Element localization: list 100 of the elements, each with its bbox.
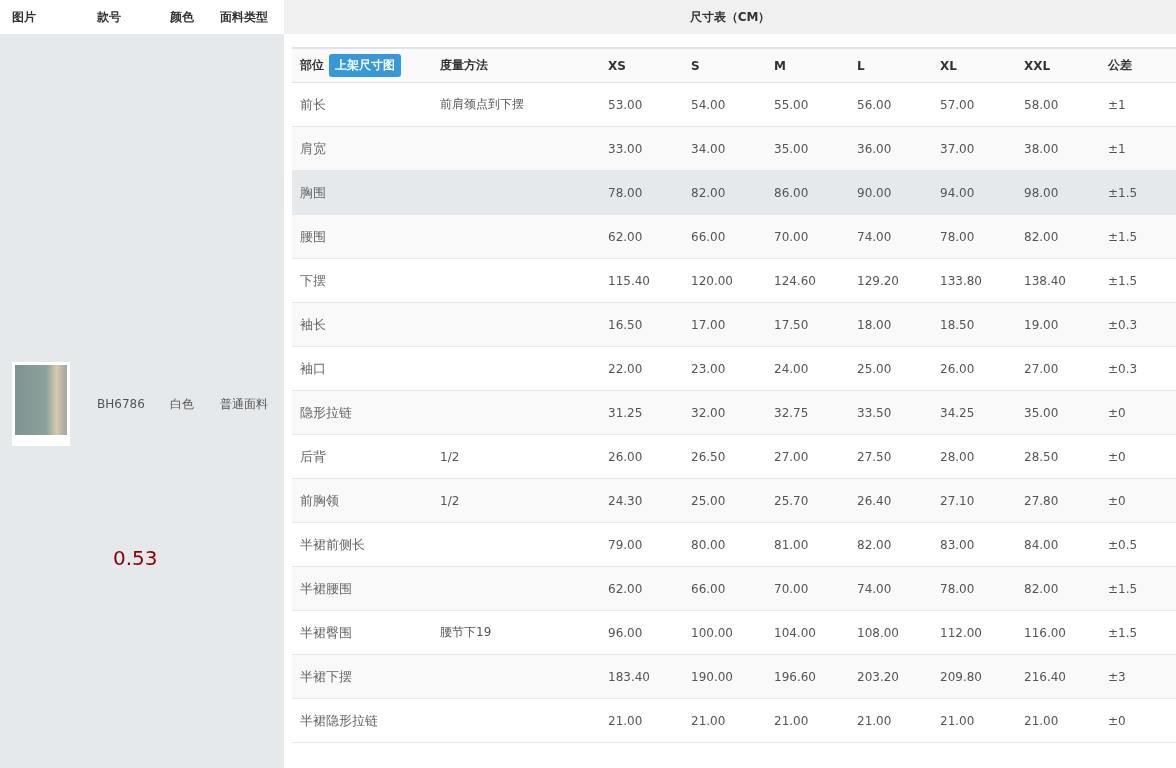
table-cell: 34.00 (691, 141, 726, 156)
table-cell: 18.50 (940, 317, 975, 332)
table-cell: ±1.5 (1108, 229, 1138, 244)
table-row[interactable]: 半裙腰围 62.00 66.00 70.00 74.00 78.00 82.00 ±1.5 (292, 566, 1176, 611)
table-cell: 21.00 (857, 713, 892, 728)
table-cell-text: BH6786 (97, 397, 146, 411)
table-cell: 36.00 (857, 141, 892, 156)
table-cell: 23.00 (691, 361, 726, 376)
column-header: S (691, 58, 700, 73)
column-header: 图片 (12, 8, 37, 26)
table-cell: 25.00 (857, 361, 892, 376)
table-cell: 78.00 (940, 229, 975, 244)
table-row[interactable]: 半裙隐形拉链 21.00 21.00 21.00 21.00 21.00 21.00 ±0 (292, 698, 1176, 743)
table-cell: 90.00 (857, 185, 892, 200)
column-header: 颜色 (170, 8, 195, 26)
value-label: 0.53 (113, 546, 158, 570)
table-cell: 26.00 (940, 361, 975, 376)
table-cell-text: 白色 (170, 395, 195, 413)
table-cell: 53.00 (608, 97, 643, 112)
table-cell: 16.50 (608, 317, 643, 332)
table-cell: 袖口 (300, 360, 326, 376)
table-cell: 下摆 (300, 272, 326, 288)
table-cell: ±0.3 (1108, 361, 1138, 376)
table-cell: 21.00 (774, 713, 809, 728)
table-cell: 81.00 (774, 537, 809, 552)
column-header: XS (608, 58, 626, 73)
table-cell: 96.00 (608, 625, 643, 640)
table-cell: 120.00 (691, 273, 733, 288)
table-cell: 66.00 (691, 229, 726, 244)
table-cell: 32.00 (691, 405, 726, 420)
table-cell: 隐形拉链 (300, 404, 352, 420)
table-cell: 后背 (300, 448, 326, 464)
table-row[interactable]: 后背 1/2 26.00 26.50 27.00 27.50 28.00 28.50 ±0 (292, 434, 1176, 479)
table-cell: 25.00 (691, 493, 726, 508)
table-cell: 116.00 (1024, 625, 1066, 640)
table-cell: 26.40 (857, 493, 892, 508)
table-row[interactable]: 肩宽 33.00 34.00 35.00 36.00 37.00 38.00 ±1 (292, 126, 1176, 171)
table-cell: 133.80 (940, 273, 982, 288)
table-cell: ±0 (1108, 713, 1126, 728)
table-row[interactable]: 半裙前侧长 79.00 80.00 81.00 82.00 83.00 84.00 ±0.5 (292, 522, 1176, 567)
table-cell: 28.50 (1024, 449, 1059, 464)
table-cell: 82.00 (691, 185, 726, 200)
table-cell: ±0 (1108, 449, 1126, 464)
table-cell: 27.10 (940, 493, 975, 508)
table-cell: 34.25 (940, 405, 975, 420)
table-cell: 62.00 (608, 229, 643, 244)
table-cell: 21.00 (691, 713, 726, 728)
table-cell: 104.00 (774, 625, 816, 640)
column-header: 部位 (300, 58, 324, 72)
table-cell: 33.00 (608, 141, 643, 156)
table-cell: 203.20 (857, 669, 899, 684)
table-row[interactable]: 胸围 78.00 82.00 86.00 90.00 94.00 98.00 ±1.5 (292, 170, 1176, 215)
table-cell-text: 普通面料 (220, 395, 269, 413)
table-cell: 胸围 (300, 184, 326, 200)
table-row[interactable]: 半裙臀围 腰节下19 96.00 100.00 104.00 108.00 112.00 116.00 ±1.5 (292, 610, 1176, 655)
table-row[interactable]: 袖长 16.50 17.00 17.50 18.00 18.50 19.00 ±0.3 (292, 302, 1176, 347)
table-cell: 17.50 (774, 317, 809, 332)
table-cell: 27.80 (1024, 493, 1059, 508)
table-cell: 35.00 (774, 141, 809, 156)
table-cell: 54.00 (691, 97, 726, 112)
table-row[interactable]: 下摆 115.40 120.00 124.60 129.20 133.80 138.40 ±1.5 (292, 258, 1176, 303)
table-cell: 108.00 (857, 625, 899, 640)
table-cell: 112.00 (940, 625, 982, 640)
table-row[interactable]: 腰围 62.00 66.00 70.00 74.00 78.00 82.00 ±1.5 (292, 214, 1176, 259)
table-row[interactable]: 隐形拉链 31.25 32.00 32.75 33.50 34.25 35.00 ±0 (292, 390, 1176, 435)
column-header: 度量方法 (440, 58, 488, 72)
table-cell: 25.70 (774, 493, 809, 508)
table-cell: 27.50 (857, 449, 892, 464)
table-cell: 半裙臀围 (300, 624, 352, 640)
table-cell: 35.00 (1024, 405, 1059, 420)
table-row[interactable]: 前长 前肩颈点到下摆 53.00 54.00 55.00 56.00 57.00 58.00 ±1 (292, 82, 1176, 127)
table-row[interactable]: 袖口 22.00 23.00 24.00 25.00 26.00 27.00 ±0.3 (292, 346, 1176, 391)
table-row[interactable]: 前胸领 1/2 24.30 25.00 25.70 26.40 27.10 27.80 ±0 (292, 478, 1176, 523)
table-cell: 100.00 (691, 625, 733, 640)
table-cell: 209.80 (940, 669, 982, 684)
table-cell: 79.00 (608, 537, 643, 552)
table-cell: 190.00 (691, 669, 733, 684)
table-cell: 半裙隐形拉链 (300, 712, 378, 728)
table-cell: 26.00 (608, 449, 643, 464)
table-cell: 80.00 (691, 537, 726, 552)
table-cell: 183.40 (608, 669, 650, 684)
table-cell: 70.00 (774, 581, 809, 596)
table-cell: 98.00 (1024, 185, 1059, 200)
table-cell: ±1 (1108, 97, 1126, 112)
table-cell: 腰围 (300, 228, 326, 244)
table-cell: 58.00 (1024, 97, 1059, 112)
table-cell: ±1.5 (1108, 185, 1138, 200)
table-cell: 21.00 (608, 713, 643, 728)
table-cell: ±1 (1108, 141, 1126, 156)
table-cell: 半裙前侧长 (300, 536, 365, 552)
table-cell: 26.50 (691, 449, 726, 464)
column-header: L (857, 58, 865, 73)
column-header: M (774, 58, 786, 73)
table-cell: 22.00 (608, 361, 643, 376)
table-cell: ±1.5 (1108, 625, 1138, 640)
column-header: 公差 (1108, 58, 1132, 72)
table-cell: ±1.5 (1108, 581, 1138, 596)
table-cell: 27.00 (774, 449, 809, 464)
table-row[interactable]: 半裙下摆 183.40 190.00 196.60 203.20 209.80 216.40 ±3 (292, 654, 1176, 699)
table-cell: 前长 (300, 96, 326, 112)
